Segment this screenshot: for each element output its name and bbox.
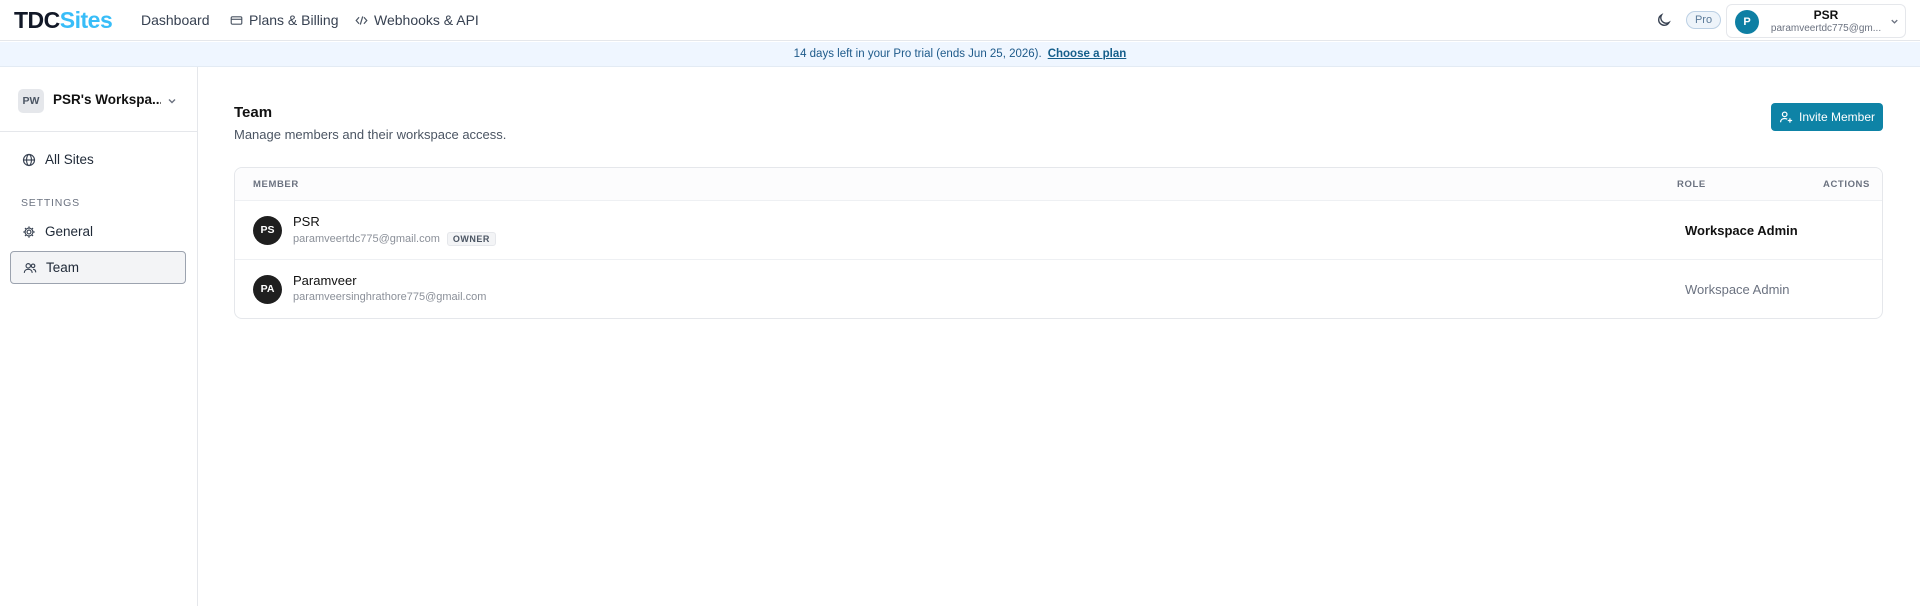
owner-badge: OWNER (446, 232, 496, 246)
column-header-member: MEMBER (253, 179, 299, 190)
member-avatar: PS (253, 216, 282, 245)
users-icon (23, 262, 37, 273)
trial-banner: 14 days left in your Pro trial (ends Jun… (0, 42, 1920, 67)
plan-badge: Pro (1686, 11, 1721, 29)
chevron-down-icon (168, 99, 176, 104)
trial-banner-text: 14 days left in your Pro trial (ends Jun… (793, 48, 1042, 60)
user-plus-icon (1779, 111, 1793, 123)
member-email: paramveertdc775@gmail.com (293, 233, 440, 245)
workspace-switcher[interactable]: PW PSR's Workspa... (18, 87, 180, 115)
logo[interactable]: TDCSites (14, 7, 113, 34)
globe-icon (22, 153, 36, 166)
member-email: paramveersinghrathore775@gmail.com (293, 291, 487, 303)
table-row: PS PSR paramveertdc775@gmail.com OWNER W… (235, 201, 1882, 260)
page-subtitle: Manage members and their workspace acces… (234, 127, 507, 142)
nav-dashboard-label: Dashboard (141, 12, 210, 28)
sidebar-item-label: All Sites (45, 152, 94, 167)
member-email-line: paramveertdc775@gmail.com OWNER (293, 232, 496, 246)
invite-member-label: Invite Member (1798, 110, 1876, 124)
sidebar-item-team[interactable]: Team (10, 251, 186, 284)
nav-plans-label: Plans & Billing (249, 12, 339, 28)
nav-dashboard[interactable]: Dashboard (141, 12, 210, 28)
gear-icon (23, 225, 35, 238)
table-row: PA Paramveer paramveersinghrathore775@gm… (235, 260, 1882, 319)
member-email-line: paramveersinghrathore775@gmail.com (293, 291, 486, 303)
sidebar-section-settings: SETTINGS (21, 197, 80, 209)
nav-plans-billing[interactable]: Plans & Billing (230, 12, 339, 28)
chevron-down-icon (1891, 19, 1898, 24)
sidebar-item-label: General (45, 224, 94, 239)
invite-member-button[interactable]: Invite Member (1771, 103, 1883, 131)
column-header-role: ROLE (1677, 179, 1706, 190)
code-icon (355, 15, 368, 25)
logo-text-primary: TDC (14, 7, 60, 33)
user-email: paramveertdc775@gm... (1770, 23, 1882, 34)
logo-text-accent: Sites (59, 7, 113, 33)
user-menu[interactable]: P PSR paramveertdc775@gm... (1726, 4, 1906, 38)
column-header-actions: ACTIONS (1823, 179, 1870, 190)
sidebar-item-general[interactable]: General (10, 215, 186, 248)
choose-plan-link[interactable]: Choose a plan (1048, 48, 1127, 60)
user-name: PSR (1813, 8, 1839, 22)
credit-card-icon (230, 15, 243, 25)
sidebar-item-label: Team (46, 260, 80, 275)
member-name: PSR (293, 214, 320, 229)
member-avatar: PA (253, 275, 282, 304)
workspace-avatar: PW (18, 89, 44, 113)
sidebar-divider (0, 131, 197, 132)
nav-webhooks-api[interactable]: Webhooks & API (355, 12, 479, 28)
members-table: MEMBER ROLE ACTIONS PS PSR paramveertdc7… (234, 167, 1883, 319)
member-role-select[interactable]: Workspace Admin (1685, 282, 1790, 297)
workspace-name: PSR's Workspa... (53, 92, 161, 107)
member-name: Paramveer (293, 273, 357, 288)
sidebar: PW PSR's Workspa... All Sites SETTINGS G… (0, 67, 198, 606)
top-nav: TDCSites Dashboard Plans & Billing Webho… (0, 0, 1920, 41)
table-header: MEMBER ROLE ACTIONS (235, 168, 1882, 201)
nav-webhooks-label: Webhooks & API (374, 12, 479, 28)
sidebar-item-all-sites[interactable]: All Sites (10, 143, 186, 176)
member-role: Workspace Admin (1685, 223, 1798, 238)
page-title: Team (234, 104, 273, 121)
moon-icon[interactable] (1656, 12, 1672, 28)
user-avatar: P (1735, 10, 1759, 34)
